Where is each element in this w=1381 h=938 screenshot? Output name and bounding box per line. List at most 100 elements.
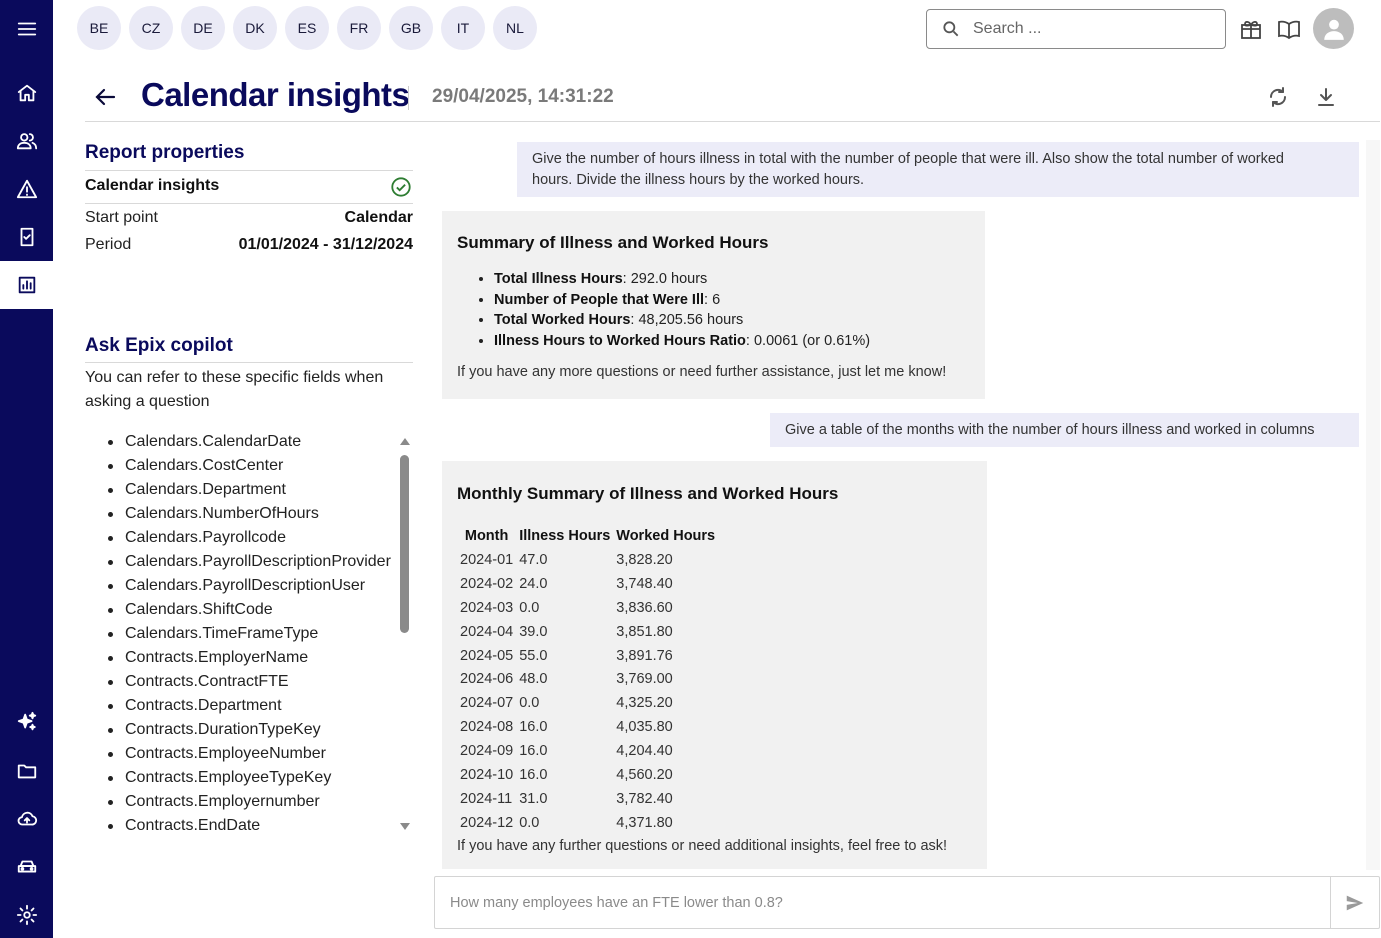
cell-worked-hours: 4,560.20 [616, 766, 673, 783]
message-input[interactable] [450, 894, 1320, 911]
monthly-summary-table: Month Illness Hours Worked Hours 2024-01… [457, 524, 718, 835]
cell-month: 2024-07 [460, 695, 514, 712]
nav-files[interactable] [0, 747, 53, 795]
table-row: 2024-06 48.0 3,769.00 [457, 667, 718, 691]
country-chip-be[interactable]: BE [77, 6, 121, 50]
cell-illness-hours: 55.0 [519, 647, 548, 664]
field-item: Calendars.CalendarDate [107, 430, 402, 454]
assistant-message-heading: Monthly Summary of Illness and Worked Ho… [457, 484, 839, 503]
column-header-month: Month [464, 528, 509, 544]
table-row: 2024-10 16.0 4,560.20 [457, 763, 718, 787]
download-button[interactable] [1314, 85, 1338, 109]
menu-button[interactable] [0, 5, 53, 53]
table-header-row: Month Illness Hours Worked Hours [457, 524, 718, 548]
table-row: 2024-09 16.0 4,204.40 [457, 739, 718, 763]
summary-item-label: Illness Hours to Worked Hours Ratio [494, 332, 746, 349]
download-icon [1318, 88, 1334, 106]
search-box [926, 9, 1226, 49]
country-chip-gb[interactable]: GB [389, 6, 433, 50]
summary-item-value: : 48,205.56 hours [630, 312, 744, 328]
scroll-up-arrow[interactable] [400, 438, 410, 445]
field-list-scrollbar[interactable] [400, 455, 409, 633]
cell-worked-hours: 3,828.20 [616, 551, 673, 568]
field-item: Calendars.PayrollDescriptionProvider [107, 550, 402, 574]
copilot-heading: Ask Epix copilot [85, 335, 413, 357]
country-chip-fr[interactable]: FR [337, 6, 381, 50]
cell-worked-hours: 3,748.40 [616, 575, 673, 592]
avatar-icon [1323, 19, 1344, 40]
nav-reports[interactable] [0, 261, 53, 309]
menu-icon [17, 22, 36, 36]
cell-month: 2024-05 [460, 647, 514, 664]
user-message: Give the number of hours illness in tota… [517, 142, 1359, 197]
user-avatar[interactable] [1313, 8, 1354, 49]
gift-button[interactable] [1239, 17, 1263, 41]
nav-home[interactable] [0, 69, 53, 117]
copilot-help-line: asking a question [85, 393, 210, 410]
divider [85, 362, 413, 363]
cell-month: 2024-01 [460, 551, 514, 568]
nav-people[interactable] [0, 117, 53, 165]
nav-upload[interactable] [0, 795, 53, 843]
user-message: Give a table of the months with the numb… [770, 413, 1359, 447]
nav-alerts[interactable] [0, 165, 53, 213]
back-button[interactable] [92, 84, 118, 110]
country-chip-it[interactable]: IT [441, 6, 485, 50]
refresh-button[interactable] [1266, 85, 1290, 109]
cell-illness-hours: 31.0 [519, 790, 548, 807]
chat-scrollbar[interactable] [1366, 140, 1380, 870]
send-button[interactable] [1330, 877, 1379, 928]
country-chip-dk[interactable]: DK [233, 6, 277, 50]
country-chip-cz[interactable]: CZ [129, 6, 173, 50]
country-selector: BE CZ DE DK ES FR GB IT NL [77, 6, 537, 50]
send-icon [1346, 895, 1364, 910]
table-row: 2024-05 55.0 3,891.76 [457, 644, 718, 668]
people-icon [16, 133, 37, 150]
arrow-left-icon [95, 88, 116, 106]
summary-list: Total Illness Hours: 292.0 hours Number … [457, 269, 970, 351]
sparkle-icon [17, 711, 36, 731]
nav-tasks[interactable] [0, 213, 53, 261]
cell-illness-hours: 16.0 [519, 743, 548, 760]
cell-worked-hours: 4,204.40 [616, 743, 673, 760]
refresh-icon [1269, 87, 1287, 107]
start-point-row: Start point Calendar [85, 209, 413, 227]
search-input[interactable] [973, 20, 1203, 38]
divider [85, 170, 413, 171]
cell-illness-hours: 0.0 [519, 695, 540, 712]
report-properties-heading: Report properties [85, 142, 413, 164]
country-chip-de[interactable]: DE [181, 6, 225, 50]
field-item: Contracts.DurationTypeKey [107, 718, 402, 742]
country-chip-es[interactable]: ES [285, 6, 329, 50]
field-item: Calendars.NumberOfHours [107, 502, 402, 526]
check-circle-icon [391, 177, 411, 197]
field-item: Contracts.EndDate [107, 814, 402, 838]
report-name: Calendar insights [85, 177, 413, 195]
nav-copilot[interactable] [0, 698, 53, 746]
summary-item-value: : 292.0 hours [622, 271, 708, 287]
page-title: Calendar insights [141, 76, 410, 113]
table-row: 2024-04 39.0 3,851.80 [457, 620, 718, 644]
gift-icon [1241, 20, 1261, 39]
settings-icon [16, 904, 37, 926]
docs-button[interactable] [1277, 17, 1301, 41]
user-message-line: hours. Divide the illness hours by the w… [532, 172, 865, 188]
field-item: Contracts.EmployeeNumber [107, 742, 402, 766]
cell-worked-hours: 3,769.00 [616, 671, 673, 688]
cell-month: 2024-09 [460, 743, 514, 760]
nav-settings[interactable] [0, 891, 53, 938]
bar-chart-icon [18, 276, 35, 294]
country-chip-nl[interactable]: NL [493, 6, 537, 50]
nav-vehicles[interactable] [0, 843, 53, 891]
summary-item: Total Illness Hours: 292.0 hours [494, 269, 970, 290]
cell-worked-hours: 3,836.60 [616, 599, 673, 616]
message-composer [434, 876, 1380, 929]
divider [85, 203, 413, 204]
summary-item-label: Total Illness Hours [494, 271, 623, 287]
assistant-message: Monthly Summary of Illness and Worked Ho… [442, 461, 987, 869]
field-item: Calendars.Department [107, 478, 402, 502]
scroll-down-arrow[interactable] [400, 823, 410, 830]
field-item: Calendars.PayrollDescriptionUser [107, 574, 402, 598]
assistant-message-footer: If you have any more questions or need f… [457, 364, 947, 380]
period-value: 01/01/2024 - 31/12/2024 [238, 236, 413, 253]
